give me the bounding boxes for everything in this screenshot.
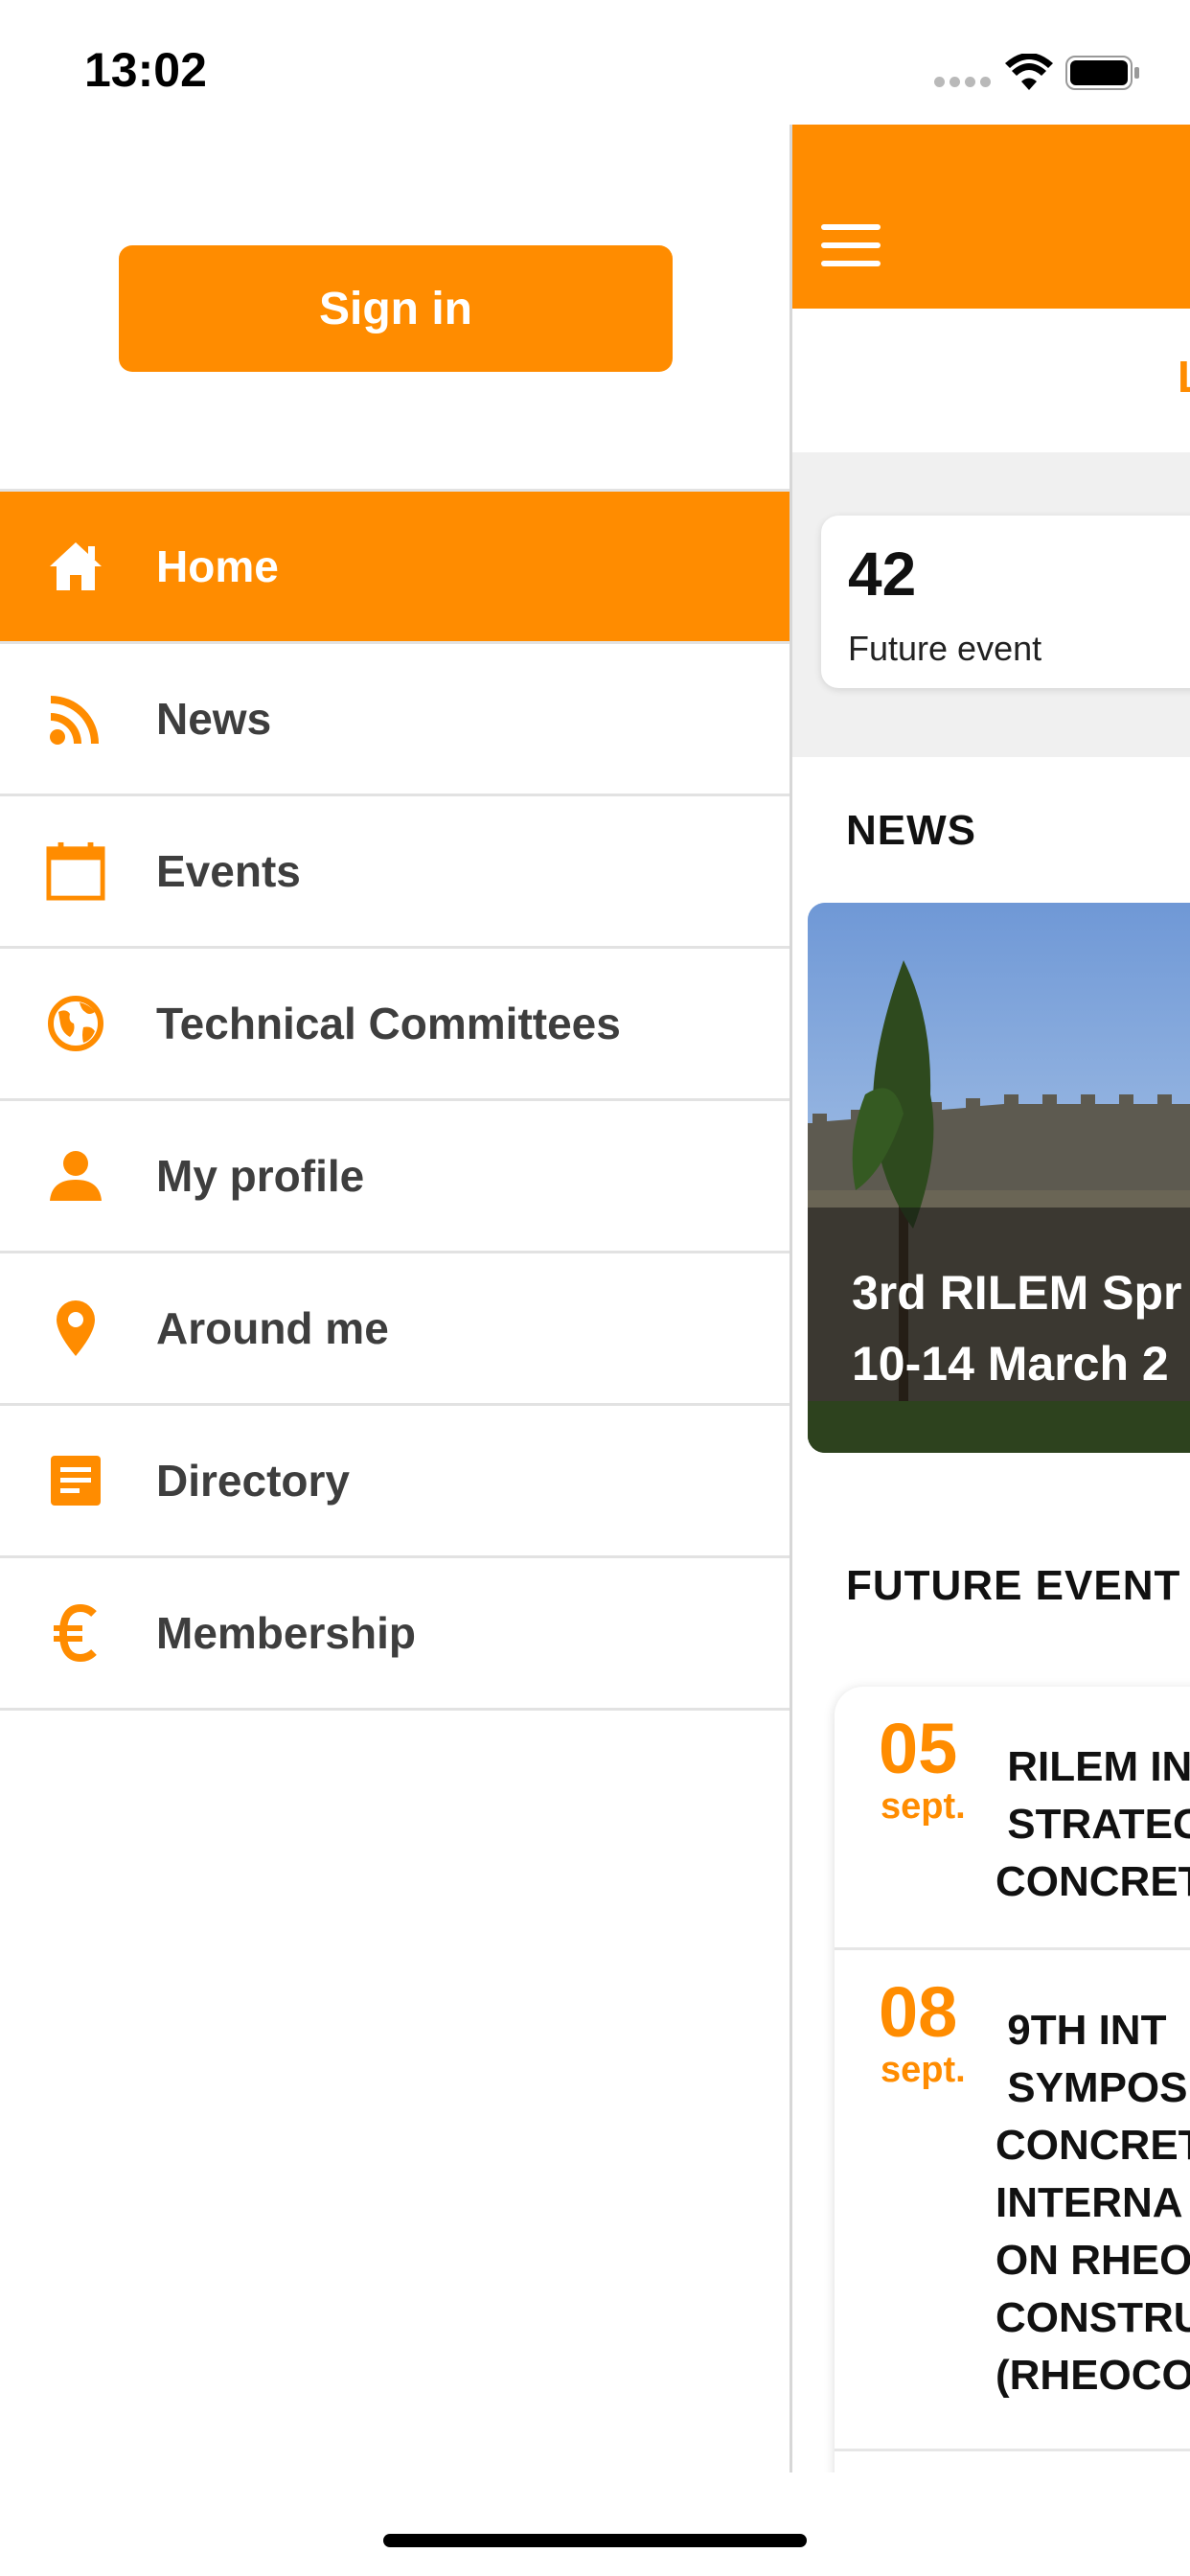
cellular-signal-icon	[934, 77, 992, 88]
location-pin-icon	[46, 1299, 105, 1358]
home-indicator[interactable]	[383, 2534, 807, 2547]
sign-in-button[interactable]: Sign in	[119, 245, 673, 372]
event-month: sept.	[881, 1786, 966, 1827]
status-bar: 13:02	[0, 0, 1190, 134]
news-title-line: 3rd RILEM Spr	[852, 1266, 1182, 1320]
event-row[interactable]: 08 sept. 9TH INT SYMPOS CONCRET INTERNA …	[835, 1950, 1190, 2451]
news-title: 3rd RILEM Spr 10-14 March 2	[852, 1257, 1181, 1399]
event-day: 08	[879, 1972, 958, 2052]
menu-item-my-profile[interactable]: My profile	[0, 1101, 790, 1254]
menu-item-around-me[interactable]: Around me	[0, 1254, 790, 1406]
menu-item-label: Membership	[156, 1608, 416, 1658]
tab-label[interactable]: L	[1178, 351, 1190, 402]
menu-item-label: Events	[156, 846, 301, 896]
event-row[interactable]: 05 sept. RILEM IN STRATEG CONCRET	[835, 1687, 1190, 1950]
menu-item-label: Around me	[156, 1303, 389, 1353]
calendar-icon	[46, 841, 105, 901]
euro-icon	[46, 1603, 105, 1663]
person-icon	[46, 1146, 105, 1206]
side-drawer: Sign in Home News Events Technical Commi…	[0, 125, 790, 2472]
menu-item-events[interactable]: Events	[0, 796, 790, 949]
menu-item-membership[interactable]: Membership	[0, 1558, 790, 1711]
future-events-section-title: FUTURE EVENT	[846, 1562, 1181, 1609]
menu-item-news[interactable]: News	[0, 644, 790, 796]
menu-item-directory[interactable]: Directory	[0, 1406, 790, 1558]
menu-item-technical-committees[interactable]: Technical Committees	[0, 949, 790, 1101]
hamburger-menu-icon[interactable]	[821, 224, 881, 266]
event-title: 9TH INT SYMPOS CONCRET INTERNA ON RHEO C…	[995, 2007, 1190, 2399]
main-panel: L 42 Future event NEWS 3rd R	[790, 125, 1190, 2472]
news-card[interactable]: 3rd RILEM Spr 10-14 March 2	[808, 903, 1190, 1453]
status-time: 13:02	[84, 43, 207, 97]
menu-item-label: My profile	[156, 1151, 365, 1201]
event-month: sept.	[881, 2050, 966, 2090]
document-icon	[46, 1451, 105, 1510]
menu-item-label: Technical Committees	[156, 999, 621, 1048]
future-events-list: 05 sept. RILEM IN STRATEG CONCRET 08 sep…	[835, 1687, 1190, 2472]
rss-icon	[46, 689, 105, 748]
stat-number: 42	[848, 540, 917, 609]
drawer-menu: Home News Events Technical Committees My…	[0, 489, 790, 1711]
battery-icon	[1065, 56, 1139, 90]
event-day: 05	[879, 1709, 958, 1788]
news-title-line: 10-14 March 2	[852, 1337, 1169, 1391]
stat-label: Future event	[848, 629, 1042, 668]
menu-item-home[interactable]: Home	[0, 492, 790, 644]
globe-icon	[46, 994, 105, 1053]
news-section-title: NEWS	[846, 807, 976, 854]
event-title: RILEM IN STRATEG CONCRET	[995, 1743, 1190, 1905]
tab-strip: L	[792, 309, 1190, 452]
menu-item-label: News	[156, 694, 272, 744]
wifi-icon	[1005, 54, 1053, 90]
menu-item-label: Directory	[156, 1456, 350, 1506]
home-icon	[46, 537, 105, 596]
nav-bar	[792, 125, 1190, 309]
menu-item-label: Home	[156, 541, 279, 591]
future-event-stat-card[interactable]: 42 Future event	[821, 516, 1190, 688]
